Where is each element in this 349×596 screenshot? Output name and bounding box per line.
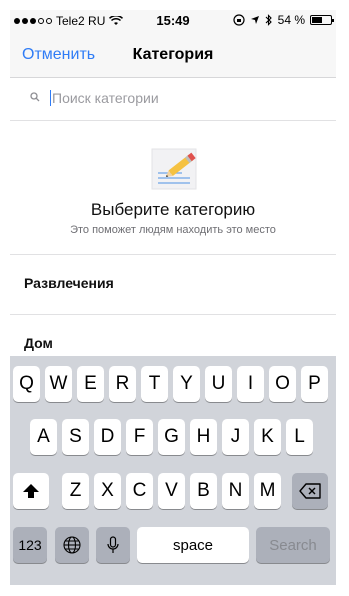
dictation-key[interactable]	[96, 527, 130, 563]
key-l[interactable]: L	[286, 419, 313, 455]
status-right-group: 54 %	[233, 13, 334, 27]
search-icon	[30, 92, 40, 102]
screen: Tele2 RU 15:49 54 % Отменить Категория П…	[10, 10, 336, 585]
keyboard: Q W E R T Y U I O P A S D F G H J K L Z …	[10, 356, 336, 585]
key-a[interactable]: A	[30, 419, 57, 455]
delete-key[interactable]	[292, 473, 328, 509]
key-z[interactable]: Z	[62, 473, 89, 509]
key-u[interactable]: U	[205, 366, 232, 402]
key-g[interactable]: G	[158, 419, 185, 455]
key-j[interactable]: J	[222, 419, 249, 455]
category-row-entertainment[interactable]: Развлечения	[10, 254, 336, 314]
search-key[interactable]: Search	[256, 527, 330, 563]
key-c[interactable]: C	[126, 473, 153, 509]
key-v[interactable]: V	[158, 473, 185, 509]
key-p[interactable]: P	[301, 366, 328, 402]
search-input[interactable]	[52, 88, 312, 108]
key-m[interactable]: M	[254, 473, 281, 509]
rotation-lock-icon	[233, 14, 245, 26]
key-s[interactable]: S	[62, 419, 89, 455]
key-k[interactable]: K	[254, 419, 281, 455]
shift-arrow-icon	[23, 484, 39, 498]
numbers-key[interactable]: 123	[13, 527, 47, 563]
phone-frame: Tele2 RU 15:49 54 % Отменить Категория П…	[0, 0, 349, 596]
key-o[interactable]: O	[269, 366, 296, 402]
search-bar	[10, 79, 336, 121]
battery-icon	[310, 15, 334, 25]
page-title: Категория	[132, 46, 214, 63]
globe-icon	[63, 536, 81, 554]
empty-state-title: Выберите категорию	[90, 200, 256, 219]
key-e[interactable]: E	[77, 366, 104, 402]
key-q[interactable]: Q	[13, 366, 40, 402]
navigation-bar: Отменить Категория	[10, 32, 336, 78]
location-icon	[250, 16, 259, 24]
key-b[interactable]: B	[190, 473, 217, 509]
battery-percent: 54 %	[277, 13, 305, 27]
text-cursor	[50, 90, 51, 106]
key-h[interactable]: H	[190, 419, 217, 455]
key-f[interactable]: F	[126, 419, 153, 455]
key-n[interactable]: N	[222, 473, 249, 509]
microphone-icon	[107, 536, 119, 553]
status-bar: Tele2 RU 15:49 54 %	[10, 10, 336, 32]
key-i[interactable]: I	[237, 366, 264, 402]
key-t[interactable]: T	[141, 366, 168, 402]
key-x[interactable]: X	[94, 473, 121, 509]
category-label: Развлечения	[24, 275, 114, 291]
backspace-icon	[299, 483, 321, 499]
category-label: Дом	[24, 335, 53, 351]
shift-key[interactable]	[13, 473, 49, 509]
key-d[interactable]: D	[94, 419, 121, 455]
key-y[interactable]: Y	[173, 366, 200, 402]
globe-key[interactable]	[55, 527, 89, 563]
bluetooth-icon	[265, 14, 272, 26]
key-r[interactable]: R	[109, 366, 136, 402]
pencil-notepad-icon	[151, 148, 197, 190]
key-w[interactable]: W	[45, 366, 72, 402]
space-key[interactable]: space	[137, 527, 249, 563]
empty-state-subtitle: Это поможет людям находить это место	[70, 224, 276, 236]
